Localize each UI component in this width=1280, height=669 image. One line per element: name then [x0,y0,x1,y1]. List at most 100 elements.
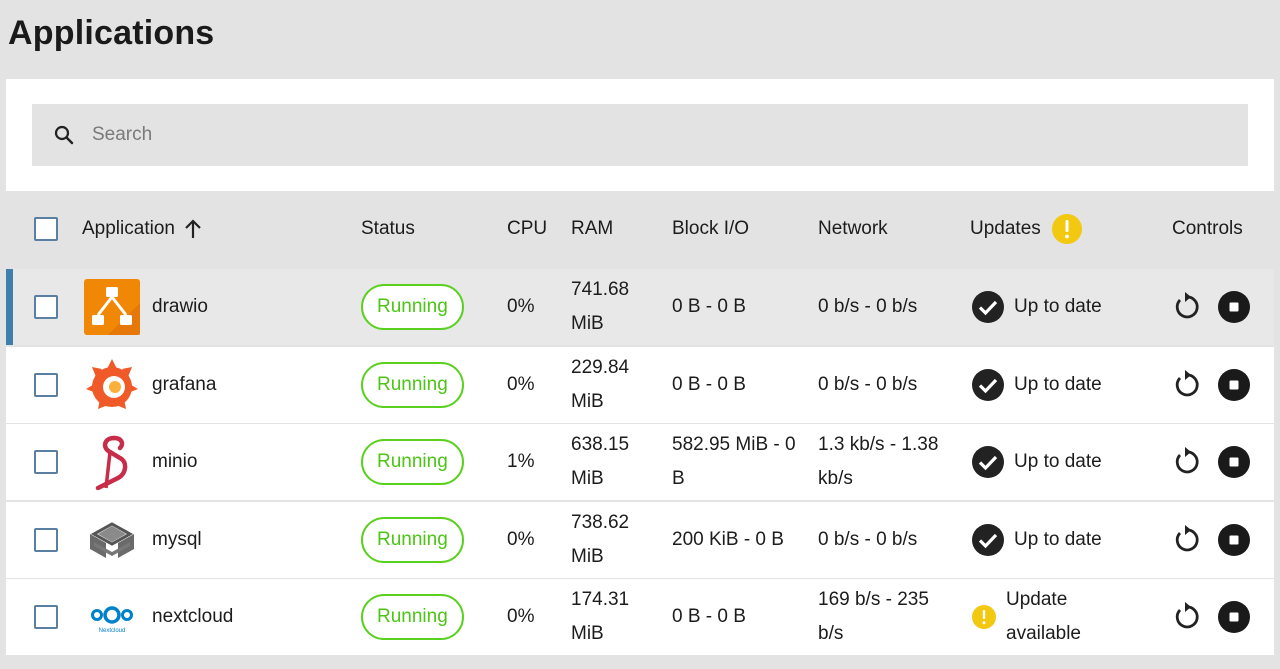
update-status: Up to date [972,502,1102,578]
cpu-value: 0% [507,529,535,550]
status-cell: Running [361,579,464,655]
select-all-checkbox[interactable] [34,217,58,241]
update-status-label: Update available [1006,589,1081,644]
ram-value: 229.84 MiB [571,357,630,412]
block-io-value: 0 B - 0 B [672,606,746,627]
status-badge: Running [361,439,464,485]
check-circle-icon [972,446,1004,478]
row-select-cell [34,502,58,578]
app-name[interactable]: minio [152,424,197,500]
update-status-label: Up to date [1014,374,1102,395]
network-value: 1.3 kb/s - 1.38 kb/s [818,434,939,489]
stop-icon[interactable] [1218,291,1250,323]
table-row[interactable]: mysql Running 0% 738.62 MiB 200 KiB - 0 … [6,502,1274,578]
arrow-up-icon [185,219,201,238]
stop-icon[interactable] [1218,446,1250,478]
header-cpu[interactable]: CPU [507,191,547,267]
header-ram[interactable]: RAM [571,191,613,267]
select-all-cell [34,191,58,267]
app-name[interactable]: drawio [152,269,208,345]
table-row[interactable]: drawio Running 0% 741.68 MiB 0 B - 0 B 0… [6,269,1274,345]
row-select-cell [34,579,58,655]
status-badge: Running [361,517,464,563]
restart-icon[interactable] [1170,601,1202,633]
stop-icon[interactable] [1218,524,1250,556]
search-panel [6,79,1274,191]
ram-value: 741.68 MiB [571,279,630,334]
update-status-label: Up to date [1014,296,1102,317]
header-updates-label: Updates [970,218,1041,239]
header-controls: Controls [1172,218,1243,239]
restart-icon[interactable] [1170,446,1202,478]
row-select-cell [34,347,58,423]
grafana-logo-icon [86,359,138,409]
check-circle-icon [972,524,1004,556]
header-updates[interactable]: Updates [970,191,1083,267]
status-badge: Running [361,284,464,330]
nextcloud-logo-icon: Nextcloud [91,606,133,634]
restart-icon[interactable] [1170,524,1202,556]
update-status-label: Up to date [1014,529,1102,550]
app-name[interactable]: mysql [152,502,202,578]
app-name[interactable]: grafana [152,347,216,423]
drawio-logo-icon [84,279,140,335]
update-status: Up to date [972,424,1102,500]
selected-row-indicator [6,269,13,345]
ram-value: 738.62 MiB [571,512,630,567]
restart-icon[interactable] [1170,291,1202,323]
restart-icon[interactable] [1170,369,1202,401]
status-badge: Running [361,362,464,408]
stop-icon[interactable] [1218,369,1250,401]
status-cell: Running [361,269,464,345]
table-row[interactable]: minio Running 1% 638.15 MiB 582.95 MiB -… [6,424,1274,500]
warning-icon [1051,214,1082,244]
row-checkbox[interactable] [34,450,58,474]
minio-logo-icon [95,435,128,490]
warning-icon [972,605,996,629]
table-row[interactable]: grafana Running 0% 229.84 MiB 0 B - 0 B … [6,347,1274,423]
cpu-value: 0% [507,606,535,627]
row-select-cell [34,269,58,345]
row-checkbox[interactable] [34,295,58,319]
status-cell: Running [361,424,464,500]
network-value: 0 b/s - 0 b/s [818,529,918,550]
header-application-label: Application [82,218,175,239]
ram-value: 638.15 MiB [571,434,630,489]
header-application[interactable]: Application [82,191,203,267]
network-value: 0 b/s - 0 b/s [818,374,918,395]
app-name[interactable]: nextcloud [152,579,233,655]
update-status-label: Up to date [1014,451,1102,472]
row-checkbox[interactable] [34,528,58,552]
search-box[interactable] [32,104,1248,166]
cpu-value: 1% [507,451,535,472]
check-circle-icon [972,369,1004,401]
header-network[interactable]: Network [818,191,888,267]
block-io-value: 582.95 MiB - 0 B [672,434,796,489]
row-checkbox[interactable] [34,373,58,397]
header-status[interactable]: Status [361,191,415,267]
check-circle-icon [972,291,1004,323]
network-value: 169 b/s - 235 b/s [818,589,929,644]
cpu-value: 0% [507,374,535,395]
stop-icon[interactable] [1218,601,1250,633]
status-badge: Running [361,594,464,640]
row-select-cell [34,424,58,500]
ram-value: 174.31 MiB [571,589,630,644]
block-io-value: 0 B - 0 B [672,374,746,395]
row-checkbox[interactable] [34,605,58,629]
status-cell: Running [361,347,464,423]
table-header: Application Status CPU RAM Block I/O Net… [6,191,1274,267]
status-cell: Running [361,502,464,578]
network-value: 0 b/s - 0 b/s [818,296,918,317]
header-block-io[interactable]: Block I/O [672,191,749,267]
mysql-logo-icon [90,522,134,558]
update-status: Up to date [972,269,1102,345]
table-row[interactable]: Nextcloud nextcloud Running 0% 174.31 Mi… [6,579,1274,655]
search-input[interactable] [92,104,1232,166]
update-status[interactable]: Update available [972,579,1096,655]
update-status: Up to date [972,347,1102,423]
block-io-value: 200 KiB - 0 B [672,529,784,550]
page-title: Applications [8,14,215,52]
cpu-value: 0% [507,296,535,317]
nextcloud-logo-caption: Nextcloud [99,628,126,634]
